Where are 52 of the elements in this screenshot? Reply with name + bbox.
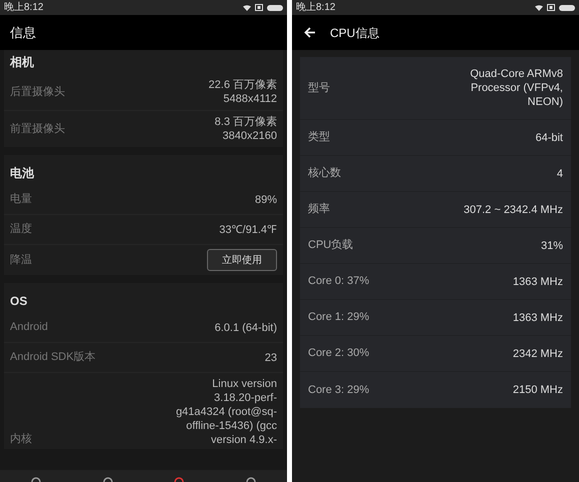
row-value: 1363 MHz (512, 274, 563, 288)
use-now-button[interactable]: 立即使用 (207, 249, 277, 271)
row-value: Linux version 3.18.20-perf- g41a4324 (root@sq- offline-15436) (gcc version 4.9.x- (176, 377, 277, 447)
row-value: 33℃/91.4℉ (219, 222, 277, 236)
wifi-icon (243, 4, 251, 10)
row-label: CPU负载 (308, 238, 354, 254)
row-value: 307.2 ~ 2342.4 MHz (464, 202, 563, 216)
row-value: 22.6 百万像素 5488x4112 (208, 78, 277, 106)
status-time: 晚上8:12 (4, 2, 44, 12)
row-label: 核心数 (308, 166, 341, 182)
row-label: 后置摄像头 (10, 84, 65, 100)
section-title: 相机 (10, 54, 34, 71)
row-label: 降温 (10, 252, 32, 268)
section-title: OS (10, 293, 28, 310)
row-value: 2342 MHz (512, 346, 563, 360)
sim-icon (547, 4, 555, 11)
row-label: 类型 (308, 130, 330, 146)
row-label: 频率 (308, 202, 330, 218)
row-label: Core 1: 29% (308, 310, 370, 326)
nav-icon[interactable] (246, 476, 256, 482)
row-value: 1363 MHz (512, 310, 563, 324)
back-arrow-icon[interactable] (304, 27, 316, 38)
row-label: Core 2: 30% (308, 346, 370, 362)
battery-icon (267, 4, 283, 10)
row-label: 电量 (10, 192, 32, 208)
row-value: Quad-Core ARMv8 Processor (VFPv4, NEON) (470, 67, 563, 109)
row-value: 2150 MHz (512, 383, 563, 397)
row-label: 型号 (308, 80, 330, 96)
row-value: 23 (264, 350, 277, 364)
row-label: Android (10, 320, 48, 336)
row-label: Core 3: 29% (308, 382, 370, 398)
row-label: Android SDK版本 (10, 350, 96, 366)
header-title: CPU信息 (330, 24, 380, 42)
row-value: 8.3 百万像素 3840x2160 (214, 115, 277, 143)
nav-icon[interactable] (30, 476, 41, 482)
wifi-icon (535, 4, 543, 10)
row-value: 4 (556, 166, 563, 180)
row-value: 64-bit (535, 130, 563, 144)
nav-icon[interactable] (102, 476, 113, 482)
row-value: 31% (540, 238, 563, 252)
row-label: 前置摄像头 (10, 122, 65, 137)
sim-icon (255, 4, 263, 11)
row-label: Core 0: 37% (308, 274, 370, 290)
row-label: 内核 (10, 432, 32, 446)
section-title: 电池 (10, 165, 34, 182)
row-value: 89% (254, 192, 277, 206)
row-label: 温度 (10, 222, 32, 238)
header-title: 信息 (10, 24, 36, 42)
battery-icon (559, 4, 575, 10)
row-value: 6.0.1 (64-bit) (214, 320, 277, 334)
nav-icon[interactable] (174, 476, 184, 482)
status-time: 晚上8:12 (296, 2, 336, 12)
